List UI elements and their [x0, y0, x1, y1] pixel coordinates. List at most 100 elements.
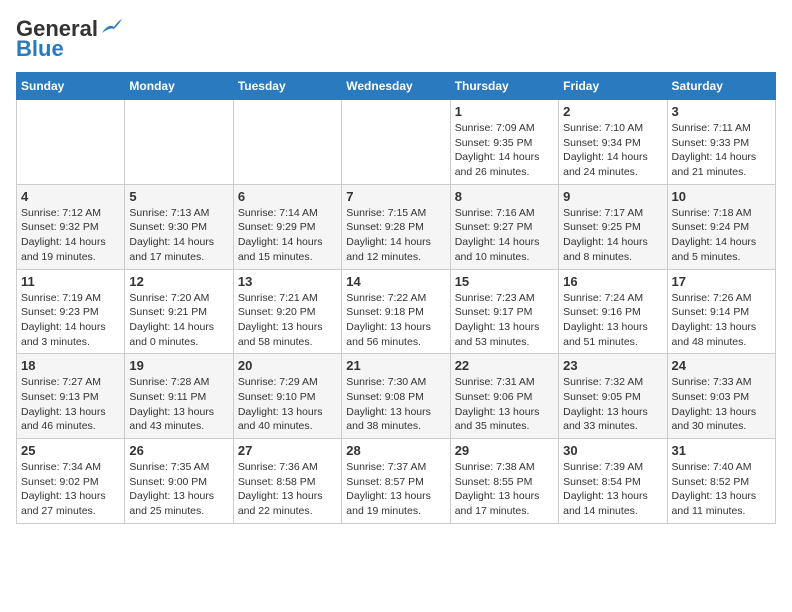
calendar-cell: 28 Sunrise: 7:37 AM Sunset: 8:57 PM Dayli…: [342, 439, 450, 524]
day-number: 29: [455, 443, 554, 458]
calendar-week-row: 1Sunrise: 7:09 AM Sunset: 9:35 PM Daylig…: [17, 100, 776, 185]
calendar-week-row: 25 Sunrise: 7:34 AM Sunset: 9:02 PM Dayli…: [17, 439, 776, 524]
calendar-cell: [233, 100, 341, 185]
calendar-cell: 7 Sunrise: 7:15 AM Sunset: 9:28 PM Daylig…: [342, 184, 450, 269]
day-info: Sunrise: 7:27 AM Sunset: 9:13 PM Dayligh…: [21, 375, 120, 434]
calendar-cell: 25 Sunrise: 7:34 AM Sunset: 9:02 PM Dayli…: [17, 439, 125, 524]
day-info: Sunrise: 7:36 AM Sunset: 8:58 PM Dayligh…: [238, 460, 337, 519]
calendar-cell: 11 Sunrise: 7:19 AM Sunset: 9:23 PM Dayli…: [17, 269, 125, 354]
calendar-cell: 3 Sunrise: 7:11 AM Sunset: 9:33 PM Daylig…: [667, 100, 775, 185]
calendar-day-header: Sunday: [17, 73, 125, 100]
day-info: Sunrise: 7:31 AM Sunset: 9:06 PM Dayligh…: [455, 375, 554, 434]
calendar-cell: 4 Sunrise: 7:12 AM Sunset: 9:32 PM Daylig…: [17, 184, 125, 269]
day-info: Sunrise: 7:18 AM Sunset: 9:24 PM Dayligh…: [672, 206, 771, 265]
day-info: Sunrise: 7:30 AM Sunset: 9:08 PM Dayligh…: [346, 375, 445, 434]
logo: General Blue: [16, 16, 122, 62]
calendar-day-header: Wednesday: [342, 73, 450, 100]
day-info: Sunrise: 7:34 AM Sunset: 9:02 PM Dayligh…: [21, 460, 120, 519]
calendar-cell: 5 Sunrise: 7:13 AM Sunset: 9:30 PM Daylig…: [125, 184, 233, 269]
calendar-cell: 24 Sunrise: 7:33 AM Sunset: 9:03 PM Dayli…: [667, 354, 775, 439]
day-number: 17: [672, 274, 771, 289]
calendar-cell: 21Sunrise: 7:30 AM Sunset: 9:08 PM Dayli…: [342, 354, 450, 439]
day-number: 26: [129, 443, 228, 458]
calendar-cell: 1Sunrise: 7:09 AM Sunset: 9:35 PM Daylig…: [450, 100, 558, 185]
day-number: 9: [563, 189, 662, 204]
day-info: Sunrise: 7:21 AM Sunset: 9:20 PM Dayligh…: [238, 291, 337, 350]
calendar-cell: 22 Sunrise: 7:31 AM Sunset: 9:06 PM Dayli…: [450, 354, 558, 439]
calendar-day-header: Saturday: [667, 73, 775, 100]
day-info: Sunrise: 7:20 AM Sunset: 9:21 PM Dayligh…: [129, 291, 228, 350]
calendar-cell: 30Sunrise: 7:39 AM Sunset: 8:54 PM Dayli…: [559, 439, 667, 524]
day-number: 2: [563, 104, 662, 119]
day-number: 6: [238, 189, 337, 204]
calendar-cell: 14 Sunrise: 7:22 AM Sunset: 9:18 PM Dayli…: [342, 269, 450, 354]
day-number: 27: [238, 443, 337, 458]
day-number: 3: [672, 104, 771, 119]
day-info: Sunrise: 7:37 AM Sunset: 8:57 PM Dayligh…: [346, 460, 445, 519]
calendar-cell: 12Sunrise: 7:20 AM Sunset: 9:21 PM Dayli…: [125, 269, 233, 354]
day-number: 13: [238, 274, 337, 289]
day-number: 22: [455, 358, 554, 373]
page-header: General Blue: [16, 16, 776, 62]
day-info: Sunrise: 7:28 AM Sunset: 9:11 PM Dayligh…: [129, 375, 228, 434]
day-info: Sunrise: 7:35 AM Sunset: 9:00 PM Dayligh…: [129, 460, 228, 519]
day-number: 5: [129, 189, 228, 204]
day-number: 30: [563, 443, 662, 458]
calendar-cell: 10 Sunrise: 7:18 AM Sunset: 9:24 PM Dayli…: [667, 184, 775, 269]
calendar-week-row: 18Sunrise: 7:27 AM Sunset: 9:13 PM Dayli…: [17, 354, 776, 439]
day-number: 14: [346, 274, 445, 289]
day-info: Sunrise: 7:14 AM Sunset: 9:29 PM Dayligh…: [238, 206, 337, 265]
calendar-cell: 13 Sunrise: 7:21 AM Sunset: 9:20 PM Dayli…: [233, 269, 341, 354]
day-number: 23: [563, 358, 662, 373]
day-info: Sunrise: 7:33 AM Sunset: 9:03 PM Dayligh…: [672, 375, 771, 434]
calendar-cell: 8 Sunrise: 7:16 AM Sunset: 9:27 PM Daylig…: [450, 184, 558, 269]
day-info: Sunrise: 7:17 AM Sunset: 9:25 PM Dayligh…: [563, 206, 662, 265]
day-number: 10: [672, 189, 771, 204]
day-number: 24: [672, 358, 771, 373]
calendar-day-header: Monday: [125, 73, 233, 100]
calendar-cell: 2 Sunrise: 7:10 AM Sunset: 9:34 PM Daylig…: [559, 100, 667, 185]
calendar-week-row: 11 Sunrise: 7:19 AM Sunset: 9:23 PM Dayli…: [17, 269, 776, 354]
calendar-cell: 23Sunrise: 7:32 AM Sunset: 9:05 PM Dayli…: [559, 354, 667, 439]
calendar-day-header: Friday: [559, 73, 667, 100]
day-number: 25: [21, 443, 120, 458]
day-info: Sunrise: 7:11 AM Sunset: 9:33 PM Dayligh…: [672, 121, 771, 180]
calendar-cell: 27 Sunrise: 7:36 AM Sunset: 8:58 PM Dayli…: [233, 439, 341, 524]
calendar-cell: [342, 100, 450, 185]
day-info: Sunrise: 7:16 AM Sunset: 9:27 PM Dayligh…: [455, 206, 554, 265]
day-number: 28: [346, 443, 445, 458]
calendar-cell: [17, 100, 125, 185]
day-number: 4: [21, 189, 120, 204]
day-info: Sunrise: 7:15 AM Sunset: 9:28 PM Dayligh…: [346, 206, 445, 265]
day-number: 15: [455, 274, 554, 289]
day-number: 1: [455, 104, 554, 119]
calendar-cell: 17 Sunrise: 7:26 AM Sunset: 9:14 PM Dayli…: [667, 269, 775, 354]
calendar-cell: 6 Sunrise: 7:14 AM Sunset: 9:29 PM Daylig…: [233, 184, 341, 269]
day-info: Sunrise: 7:19 AM Sunset: 9:23 PM Dayligh…: [21, 291, 120, 350]
calendar-cell: 20 Sunrise: 7:29 AM Sunset: 9:10 PM Dayli…: [233, 354, 341, 439]
day-info: Sunrise: 7:22 AM Sunset: 9:18 PM Dayligh…: [346, 291, 445, 350]
day-number: 16: [563, 274, 662, 289]
day-info: Sunrise: 7:13 AM Sunset: 9:30 PM Dayligh…: [129, 206, 228, 265]
calendar-day-header: Tuesday: [233, 73, 341, 100]
calendar-table: SundayMondayTuesdayWednesdayThursdayFrid…: [16, 72, 776, 524]
day-number: 11: [21, 274, 120, 289]
logo-blue: Blue: [16, 36, 64, 62]
calendar-week-row: 4 Sunrise: 7:12 AM Sunset: 9:32 PM Daylig…: [17, 184, 776, 269]
day-info: Sunrise: 7:12 AM Sunset: 9:32 PM Dayligh…: [21, 206, 120, 265]
calendar-cell: 29Sunrise: 7:38 AM Sunset: 8:55 PM Dayli…: [450, 439, 558, 524]
day-info: Sunrise: 7:26 AM Sunset: 9:14 PM Dayligh…: [672, 291, 771, 350]
calendar-cell: 18Sunrise: 7:27 AM Sunset: 9:13 PM Dayli…: [17, 354, 125, 439]
calendar-day-header: Thursday: [450, 73, 558, 100]
day-info: Sunrise: 7:10 AM Sunset: 9:34 PM Dayligh…: [563, 121, 662, 180]
day-info: Sunrise: 7:40 AM Sunset: 8:52 PM Dayligh…: [672, 460, 771, 519]
calendar-cell: 26 Sunrise: 7:35 AM Sunset: 9:00 PM Dayli…: [125, 439, 233, 524]
day-number: 8: [455, 189, 554, 204]
day-info: Sunrise: 7:29 AM Sunset: 9:10 PM Dayligh…: [238, 375, 337, 434]
calendar-cell: 9 Sunrise: 7:17 AM Sunset: 9:25 PM Daylig…: [559, 184, 667, 269]
calendar-cell: 15 Sunrise: 7:23 AM Sunset: 9:17 PM Dayli…: [450, 269, 558, 354]
day-number: 7: [346, 189, 445, 204]
day-number: 20: [238, 358, 337, 373]
day-info: Sunrise: 7:23 AM Sunset: 9:17 PM Dayligh…: [455, 291, 554, 350]
day-number: 31: [672, 443, 771, 458]
